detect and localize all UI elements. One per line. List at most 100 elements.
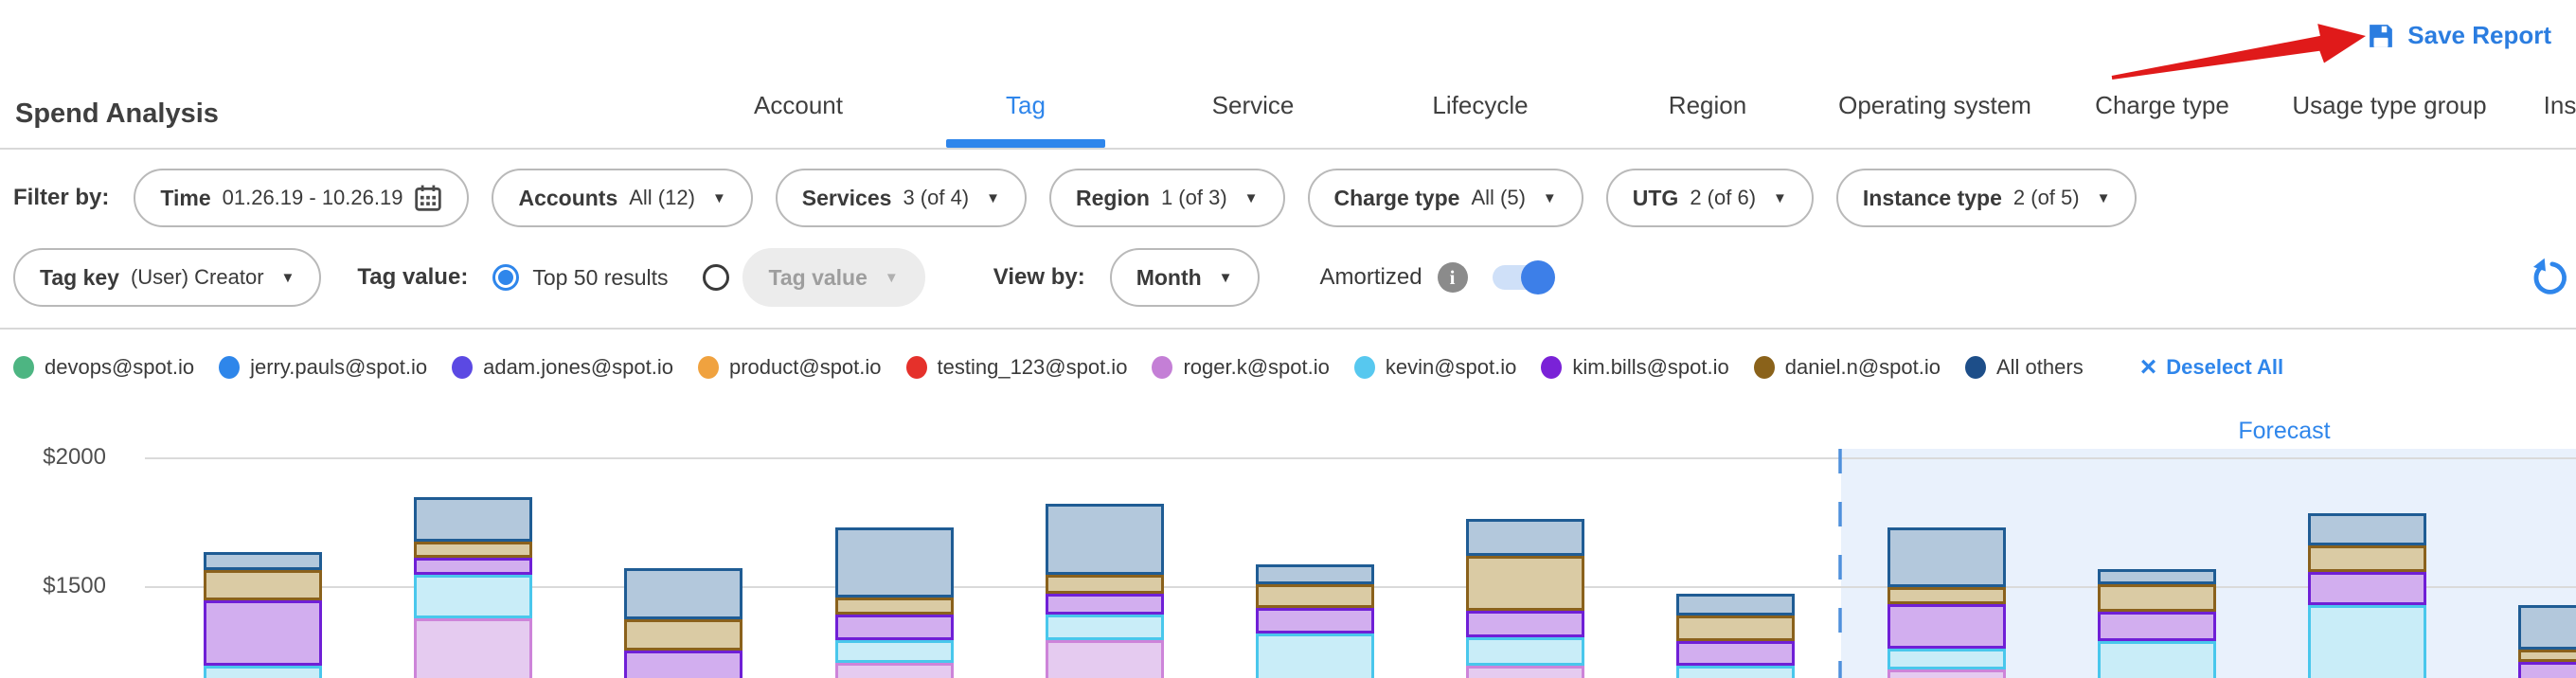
save-report-button[interactable]: Save Report	[2367, 21, 2551, 50]
legend-item[interactable]: product@spot.io	[698, 355, 882, 380]
bar-segment-all-others[interactable]	[2518, 605, 2576, 650]
filter-pill-accounts[interactable]: AccountsAll (12)▼	[492, 169, 752, 227]
bar-segment-all-others[interactable]	[1466, 519, 1584, 555]
bar-segment-all-others[interactable]	[624, 568, 742, 619]
tab-service[interactable]: Service	[1139, 0, 1367, 148]
bar-segment-all-others[interactable]	[1676, 594, 1795, 616]
bar-segment-kevin-spot-io[interactable]	[835, 640, 954, 663]
stacked-bar-7[interactable]	[1466, 519, 1584, 678]
bar-segment-kevin-spot-io[interactable]	[414, 575, 532, 617]
bar-segment-kim-bills-spot-io[interactable]	[1676, 641, 1795, 667]
bar-segment-kevin-spot-io[interactable]	[204, 666, 322, 678]
bar-segment-daniel-n-spot-io[interactable]	[2308, 545, 2426, 572]
bar-segment-kim-bills-spot-io[interactable]	[2098, 612, 2216, 640]
tab-charge-type[interactable]: Charge type	[2048, 0, 2276, 148]
tab-account[interactable]: Account	[685, 0, 912, 148]
bar-segment-all-others[interactable]	[414, 497, 532, 542]
filter-pill-time[interactable]: Time01.26.19 - 10.26.19	[134, 169, 469, 227]
bar-segment-kim-bills-spot-io[interactable]	[414, 558, 532, 575]
chevron-down-icon: ▼	[281, 270, 295, 286]
bar-segment-daniel-n-spot-io[interactable]	[2098, 584, 2216, 612]
stacked-bar-8[interactable]	[1676, 594, 1795, 678]
amortized-toggle[interactable]	[1493, 265, 1547, 290]
bar-segment-kim-bills-spot-io[interactable]	[1466, 611, 1584, 637]
bar-segment-daniel-n-spot-io[interactable]	[624, 619, 742, 651]
stacked-bar-9-forecast[interactable]	[1887, 527, 2006, 678]
stacked-bar-3[interactable]	[624, 568, 742, 678]
bar-segment-daniel-n-spot-io[interactable]	[1676, 616, 1795, 641]
view-by-dropdown[interactable]: Month ▼	[1110, 248, 1260, 307]
filter-pill-region[interactable]: Region1 (of 3)▼	[1049, 169, 1285, 227]
top50-radio[interactable]	[492, 264, 519, 291]
bar-segment-kim-bills-spot-io[interactable]	[1046, 594, 1164, 616]
legend-item[interactable]: kevin@spot.io	[1354, 355, 1517, 380]
bar-segment-roger-k-spot-io[interactable]	[1887, 669, 2006, 678]
bar-segment-kim-bills-spot-io[interactable]	[2518, 662, 2576, 678]
tab-lifecycle[interactable]: Lifecycle	[1367, 0, 1594, 148]
stacked-bar-4[interactable]	[835, 527, 954, 678]
bar-segment-kevin-spot-io[interactable]	[2098, 641, 2216, 678]
tab-operating-system[interactable]: Operating system	[1821, 0, 2048, 148]
bar-segment-kevin-spot-io[interactable]	[1887, 649, 2006, 669]
bar-segment-all-others[interactable]	[2308, 513, 2426, 545]
bar-segment-kim-bills-spot-io[interactable]	[624, 651, 742, 678]
tag-value-dropdown-disabled[interactable]: Tag value ▼	[742, 248, 925, 307]
bar-segment-daniel-n-spot-io[interactable]	[1256, 584, 1374, 608]
stacked-bar-5[interactable]	[1046, 504, 1164, 678]
bar-segment-daniel-n-spot-io[interactable]	[1887, 587, 2006, 604]
filter-pill-services[interactable]: Services3 (of 4)▼	[776, 169, 1027, 227]
bar-segment-daniel-n-spot-io[interactable]	[1466, 556, 1584, 611]
stacked-bar-6[interactable]	[1256, 564, 1374, 678]
bar-segment-daniel-n-spot-io[interactable]	[835, 598, 954, 615]
legend-item[interactable]: roger.k@spot.io	[1152, 355, 1329, 380]
bar-segment-all-others[interactable]	[1256, 564, 1374, 584]
stacked-bar-2[interactable]	[414, 497, 532, 678]
bar-segment-kim-bills-spot-io[interactable]	[2308, 572, 2426, 605]
bar-segment-kevin-spot-io[interactable]	[1046, 615, 1164, 640]
bar-segment-kevin-spot-io[interactable]	[1256, 633, 1374, 678]
bar-segment-kevin-spot-io[interactable]	[2308, 605, 2426, 678]
bar-segment-kevin-spot-io[interactable]	[1466, 637, 1584, 666]
bar-segment-daniel-n-spot-io[interactable]	[414, 542, 532, 559]
legend-item[interactable]: daniel.n@spot.io	[1754, 355, 1941, 380]
tag-value-radio[interactable]	[703, 264, 729, 291]
bar-segment-all-others[interactable]	[1887, 527, 2006, 587]
bar-segment-all-others[interactable]	[2098, 569, 2216, 585]
deselect-all-button[interactable]: ×Deselect All	[2140, 353, 2283, 382]
bar-segment-daniel-n-spot-io[interactable]	[2518, 650, 2576, 662]
tab-region[interactable]: Region	[1594, 0, 1821, 148]
stacked-bar-1[interactable]	[204, 552, 322, 678]
legend-color-dot	[906, 356, 927, 379]
bar-segment-daniel-n-spot-io[interactable]	[1046, 575, 1164, 594]
legend-item[interactable]: adam.jones@spot.io	[452, 355, 673, 380]
filter-pill-charge-type[interactable]: Charge typeAll (5)▼	[1308, 169, 1583, 227]
bar-segment-kim-bills-spot-io[interactable]	[1256, 608, 1374, 633]
stacked-bar-12-forecast[interactable]	[2518, 605, 2576, 678]
bar-segment-kevin-spot-io[interactable]	[1676, 666, 1795, 678]
stacked-bar-11-forecast[interactable]	[2308, 513, 2426, 678]
reset-filters-icon[interactable]	[2529, 258, 2568, 297]
legend-item[interactable]: All others	[1965, 355, 2084, 380]
filter-pill-instance-type[interactable]: Instance type2 (of 5)▼	[1836, 169, 2138, 227]
bar-segment-all-others[interactable]	[204, 552, 322, 570]
bar-segment-roger-k-spot-io[interactable]	[1046, 640, 1164, 678]
filter-pill-utg[interactable]: UTG2 (of 6)▼	[1606, 169, 1814, 227]
info-icon[interactable]: i	[1438, 262, 1468, 293]
bar-segment-kim-bills-spot-io[interactable]	[204, 600, 322, 666]
bar-segment-roger-k-spot-io[interactable]	[835, 663, 954, 678]
bar-segment-kim-bills-spot-io[interactable]	[835, 615, 954, 640]
legend-item[interactable]: kim.bills@spot.io	[1541, 355, 1728, 380]
tag-key-dropdown[interactable]: Tag key (User) Creator ▼	[13, 248, 321, 307]
tab-tag[interactable]: Tag	[912, 0, 1139, 148]
stacked-bar-10-forecast[interactable]	[2098, 569, 2216, 678]
bar-segment-kim-bills-spot-io[interactable]	[1887, 604, 2006, 649]
legend-item[interactable]: devops@spot.io	[13, 355, 194, 380]
legend-item[interactable]: testing_123@spot.io	[906, 355, 1128, 380]
bar-segment-all-others[interactable]	[835, 527, 954, 598]
chevron-down-icon: ▼	[2097, 190, 2111, 206]
bar-segment-roger-k-spot-io[interactable]	[1466, 666, 1584, 678]
bar-segment-all-others[interactable]	[1046, 504, 1164, 575]
legend-item[interactable]: jerry.pauls@spot.io	[219, 355, 427, 380]
bar-segment-roger-k-spot-io[interactable]	[414, 618, 532, 678]
bar-segment-daniel-n-spot-io[interactable]	[204, 570, 322, 600]
